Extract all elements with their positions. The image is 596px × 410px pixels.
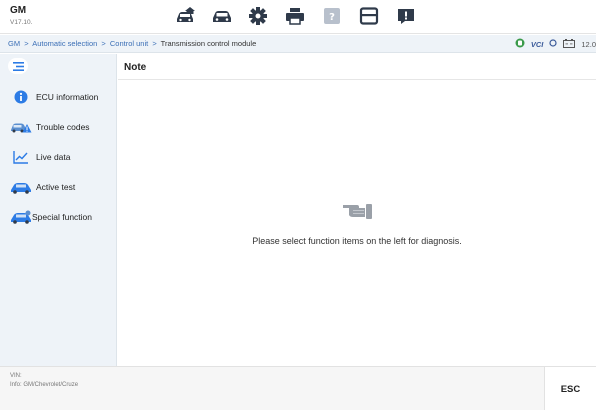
sidebar-item-label: Special function: [32, 212, 93, 222]
breadcrumb-item-automatic-selection[interactable]: Automatic selection: [32, 39, 97, 48]
footer: VIN: Info: GM/Chevrolet/Cruze ESC: [0, 366, 596, 410]
car-test-icon: [10, 179, 32, 195]
main-header: Note: [118, 54, 596, 80]
sidebar-item-label: Active test: [36, 182, 76, 192]
connection-status: VCI 12.0: [515, 37, 596, 51]
car-function-icon: [10, 209, 32, 225]
line-chart-icon: [10, 149, 32, 165]
sidebar-item-trouble-codes[interactable]: Trouble codes: [0, 115, 117, 139]
pointing-hand-icon: [343, 199, 373, 226]
empty-state-message: Please select function items on the left…: [252, 236, 462, 246]
breadcrumb-separator: >: [101, 39, 106, 48]
sidebar: ECU information Trouble codes Live data: [0, 54, 117, 366]
page-title: Note: [124, 62, 147, 73]
menu-icon: [12, 61, 24, 71]
car-warning-icon: [10, 119, 32, 135]
help-icon[interactable]: ?: [321, 6, 343, 26]
breadcrumb: GM > Automatic selection > Control unit …: [8, 39, 256, 48]
breadcrumb-item-control-unit[interactable]: Control unit: [110, 39, 148, 48]
info-icon: [10, 89, 32, 105]
svg-text:?: ?: [329, 12, 335, 23]
vin-label: VIN:: [10, 373, 22, 379]
vci-link-icon: [549, 39, 557, 49]
app-version: V17.10.: [10, 19, 33, 26]
vehicle-info: Info: GM/Chevrolet/Cruze: [10, 382, 79, 388]
sidebar-item-label: Trouble codes: [36, 122, 90, 132]
breadcrumb-item-gm[interactable]: GM: [8, 39, 20, 48]
car-home-icon[interactable]: [174, 6, 196, 26]
main-panel: Note Please select function items on the…: [118, 54, 596, 366]
esc-button[interactable]: ESC: [544, 367, 596, 410]
gear-icon[interactable]: [247, 6, 269, 26]
sidebar-collapse-button[interactable]: [8, 58, 28, 74]
battery-voltage: 12.0: [581, 39, 596, 49]
car-icon[interactable]: [211, 6, 233, 26]
sidebar-item-special-function[interactable]: Special function: [0, 205, 117, 229]
sidebar-item-label: Live data: [36, 152, 71, 162]
app-title: GM: [10, 5, 27, 16]
vci-label: VCI: [530, 39, 544, 49]
breadcrumb-current: Transmission control module: [160, 39, 257, 48]
breadcrumb-separator: >: [24, 39, 29, 48]
sidebar-item-ecu-information[interactable]: ECU information: [0, 85, 117, 109]
sidebar-item-live-data[interactable]: Live data: [0, 145, 117, 169]
save-icon[interactable]: [358, 6, 380, 26]
connection-icon: [515, 38, 525, 50]
top-toolbar: GM V17.10. ?: [0, 0, 596, 34]
sidebar-item-active-test[interactable]: Active test: [0, 175, 117, 199]
print-icon[interactable]: [284, 6, 306, 26]
battery-icon: [563, 38, 576, 50]
breadcrumb-bar: GM > Automatic selection > Control unit …: [0, 35, 596, 53]
feedback-icon[interactable]: [395, 6, 417, 26]
breadcrumb-separator: >: [152, 39, 157, 48]
sidebar-item-label: ECU information: [36, 92, 99, 102]
